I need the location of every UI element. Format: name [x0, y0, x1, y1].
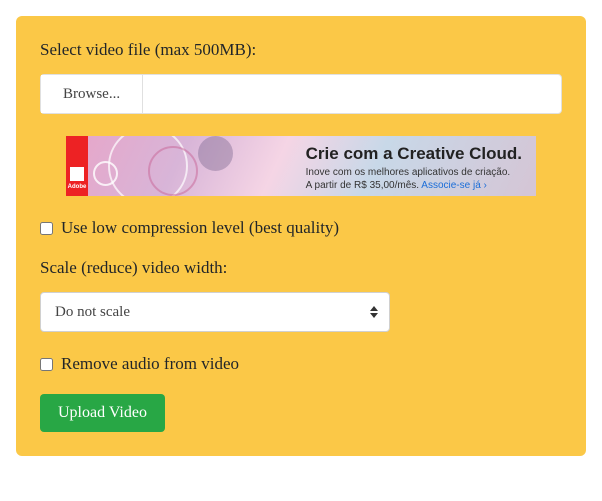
scale-select[interactable]: Do not scale: [40, 292, 390, 332]
select-file-label: Select video file (max 500MB):: [40, 40, 562, 60]
remove-audio-row[interactable]: Remove audio from video: [40, 354, 562, 374]
scale-select-wrap: Do not scale: [40, 292, 390, 332]
adobe-logo-icon: [70, 167, 84, 181]
browse-button[interactable]: Browse...: [41, 75, 143, 113]
remove-audio-label: Remove audio from video: [61, 354, 239, 374]
remove-audio-checkbox[interactable]: [40, 358, 53, 371]
ad-text-block: Crie com a Creative Cloud. Inove com os …: [306, 144, 522, 192]
ad-cta-link[interactable]: Associe-se já ›: [421, 180, 487, 191]
ad-decoration: [88, 136, 288, 196]
ad-subline-1: Inove com os melhores aplicativos de cri…: [306, 166, 522, 179]
low-compression-checkbox[interactable]: [40, 222, 53, 235]
file-input-row: Browse...: [40, 74, 562, 114]
upload-form-panel: Select video file (max 500MB): Browse...…: [16, 16, 586, 456]
ad-headline: Crie com a Creative Cloud.: [306, 144, 522, 164]
ad-brand-strip: Adobe: [66, 136, 88, 196]
ad-banner[interactable]: Adobe Crie com a Creative Cloud. Inove c…: [66, 136, 536, 196]
scale-label: Scale (reduce) video width:: [40, 258, 562, 278]
upload-button[interactable]: Upload Video: [40, 394, 165, 432]
file-name-display: [143, 75, 561, 113]
low-compression-label: Use low compression level (best quality): [61, 218, 339, 238]
ad-logo-text: Adobe: [68, 184, 87, 190]
ad-price-text: A partir de R$ 35,00/mês.: [306, 180, 422, 191]
ad-subline-2: A partir de R$ 35,00/mês. Associe-se já …: [306, 179, 522, 192]
low-compression-row[interactable]: Use low compression level (best quality): [40, 218, 562, 238]
